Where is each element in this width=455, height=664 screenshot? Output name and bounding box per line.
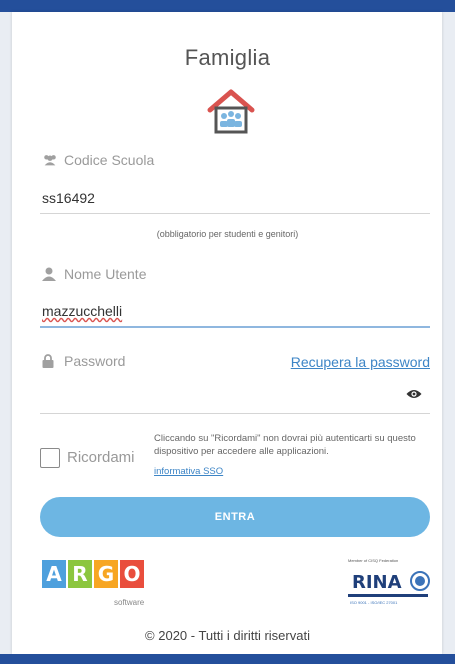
school-code-hint: (obbligatorio per studenti e genitori) [156, 229, 299, 239]
user-icon [42, 267, 58, 281]
login-button[interactable]: ENTRA [40, 497, 430, 537]
username-underline [40, 326, 430, 328]
school-code-underline [40, 213, 430, 214]
house-family-icon [207, 89, 255, 134]
school-code-label: Codice Scuola [64, 152, 155, 168]
top-bar [0, 0, 455, 12]
sso-info-link[interactable]: informativa SSO [154, 466, 223, 477]
remember-label[interactable]: Ricordami [67, 449, 135, 466]
eye-icon[interactable] [406, 388, 422, 400]
argo-logo: A R G O [42, 560, 144, 588]
copyright-footer: © 2020 - Tutti i diritti riservati [145, 628, 310, 643]
password-underline [40, 413, 430, 414]
argo-subtitle: software [114, 598, 145, 607]
page-title: Famiglia [184, 45, 271, 70]
cert-name: RINA [352, 572, 402, 593]
argo-letter-g: G [94, 560, 118, 588]
password-label-row: Password [42, 353, 125, 369]
remember-note: Cliccando su "Ricordami" non dovrai più … [154, 433, 416, 457]
argo-letter-r: R [68, 560, 92, 588]
users-icon [42, 153, 58, 167]
username-label-row: Nome Utente [42, 266, 146, 282]
argo-letter-o: O [120, 560, 144, 588]
password-label: Password [64, 353, 126, 369]
username-label: Nome Utente [64, 266, 147, 282]
recover-password-link[interactable]: Recupera la password [291, 354, 430, 370]
lock-icon [42, 354, 58, 368]
argo-letter-a: A [42, 560, 66, 588]
cert-bottom-text: ISO 9001 - ISO/IEC 27001 [350, 600, 398, 605]
rina-certification-logo: Member of CISQ Federation RINA ISO 9001 … [348, 558, 430, 605]
remember-checkbox[interactable] [40, 448, 60, 468]
bottom-bar [0, 654, 455, 664]
cert-top-text: Member of CISQ Federation [348, 558, 398, 563]
school-code-label-row: Codice Scuola [42, 152, 154, 168]
password-input[interactable] [40, 380, 400, 410]
school-code-input[interactable]: ss16492 [42, 190, 95, 206]
username-input[interactable]: mazzucchelli [42, 303, 122, 319]
